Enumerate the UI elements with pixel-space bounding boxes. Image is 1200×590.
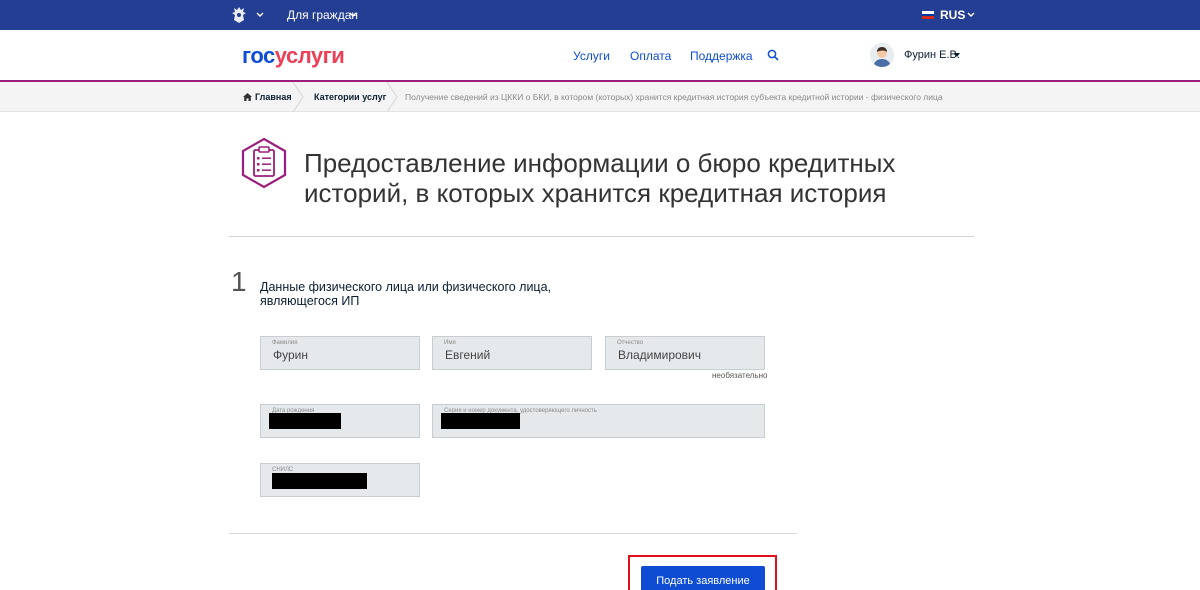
divider: [229, 533, 797, 534]
divider: [229, 236, 974, 237]
breadcrumb-current: Получение сведений из ЦККИ о БКИ, в кото…: [405, 92, 943, 102]
birth-date-field[interactable]: Дата рождения: [260, 404, 420, 438]
gosuslugi-logo[interactable]: госуслуги: [242, 43, 345, 68]
submit-application-button[interactable]: Подать заявление: [641, 566, 765, 590]
breadcrumb-categories[interactable]: Категории услуг: [314, 92, 386, 103]
user-name[interactable]: Фурин Е.В.: [904, 49, 960, 62]
redacted-value: [272, 473, 367, 489]
avatar[interactable]: [870, 43, 894, 67]
redacted-value: [269, 413, 341, 429]
caret-down-icon[interactable]: [954, 53, 960, 57]
field-value: Фурин: [273, 348, 308, 362]
breadcrumb-separator-icon: [292, 82, 304, 112]
first-name-field[interactable]: Имя Евгений: [432, 336, 592, 370]
patronymic-field[interactable]: Отчество Владимирович: [605, 336, 765, 370]
page-title: Предоставление информации о бюро кредитн…: [304, 148, 896, 208]
search-icon[interactable]: [767, 49, 779, 61]
breadcrumb-home[interactable]: Главная: [255, 92, 292, 103]
nav-payment[interactable]: Оплата: [630, 49, 671, 63]
nav-services[interactable]: Услуги: [573, 49, 610, 63]
field-value: Евгений: [445, 348, 491, 362]
optional-note: необязательно: [712, 371, 768, 380]
chevron-down-icon[interactable]: [255, 10, 265, 20]
chevron-down-icon[interactable]: [966, 10, 976, 20]
logo-part-uslugi: услуги: [274, 43, 345, 68]
section-title: Данные физического лица или физического …: [260, 280, 552, 308]
field-label: Отчество: [617, 340, 644, 346]
last-name-field[interactable]: Фамилия Фурин: [260, 336, 420, 370]
home-icon[interactable]: [243, 93, 252, 101]
identity-document-field[interactable]: Серия и номер документа, удостоверяющего…: [432, 404, 765, 438]
coat-of-arms-icon[interactable]: [229, 5, 249, 25]
step-number: 1: [231, 266, 247, 297]
redacted-value: [441, 413, 520, 429]
language-selector[interactable]: RUS: [940, 8, 965, 22]
snils-field[interactable]: СНИЛС: [260, 463, 420, 497]
breadcrumb-separator-icon: [386, 82, 398, 112]
logo-part-gos: гос: [242, 43, 275, 68]
field-label: Фамилия: [272, 340, 298, 346]
russian-flag-icon[interactable]: [922, 11, 934, 19]
chevron-down-icon[interactable]: [348, 10, 358, 20]
top-bar: [0, 0, 1200, 30]
field-value: Владимирович: [618, 348, 702, 362]
nav-support[interactable]: Поддержка: [690, 49, 753, 63]
field-label: Имя: [444, 340, 456, 346]
clipboard-icon: [240, 137, 288, 189]
